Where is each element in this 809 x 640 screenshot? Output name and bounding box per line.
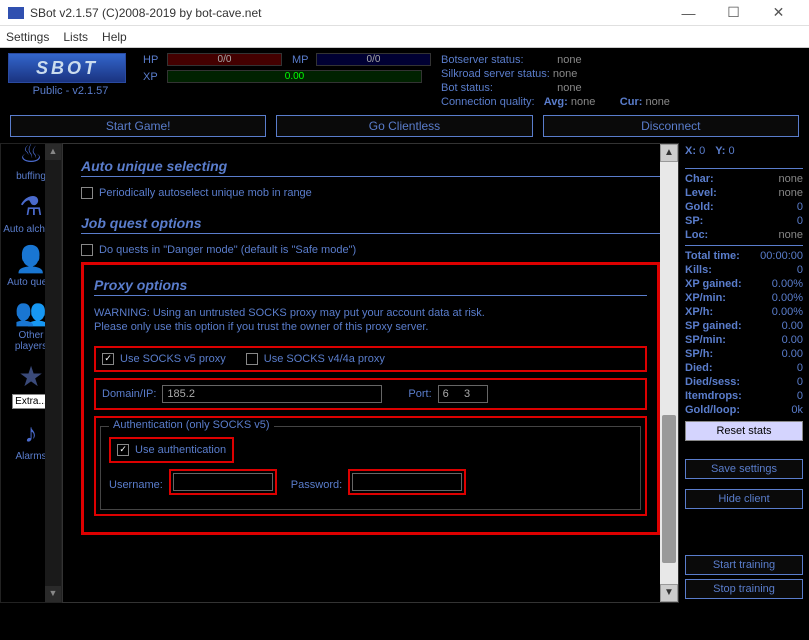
minimize-button[interactable]: — xyxy=(666,0,711,26)
window-title: SBot v2.1.57 (C)2008-2019 by bot-cave.ne… xyxy=(30,6,666,20)
proxy-warning: WARNING: Using an untrusted SOCKS proxy … xyxy=(94,306,647,334)
stop-training-button[interactable]: Stop training xyxy=(685,579,803,599)
password-input[interactable] xyxy=(352,473,462,491)
scroll-down-icon[interactable]: ▼ xyxy=(660,584,678,602)
content-panel: Auto unique selecting Periodically autos… xyxy=(62,143,679,603)
socks-v4-checkbox[interactable]: Use SOCKS v4/4a proxy xyxy=(246,353,385,365)
port-label: Port: xyxy=(408,388,431,400)
hp-bar: 0/0 xyxy=(167,53,282,66)
menu-bar: Settings Lists Help xyxy=(0,26,809,48)
job-section-title: Job quest options xyxy=(81,215,660,231)
password-label: Password: xyxy=(291,479,342,491)
unique-section-title: Auto unique selecting xyxy=(81,158,660,174)
flask-icon: ⚗ xyxy=(15,190,47,222)
checkbox-icon xyxy=(81,187,93,199)
checkbox-icon xyxy=(246,353,258,365)
menu-settings[interactable]: Settings xyxy=(6,30,49,44)
go-clientless-button[interactable]: Go Clientless xyxy=(276,115,532,137)
danger-mode-checkbox[interactable]: Do quests in "Danger mode" (default is "… xyxy=(81,244,660,256)
proxy-section-title: Proxy options xyxy=(94,277,647,293)
logo: SBOT xyxy=(8,53,126,83)
proxy-section: Proxy options WARNING: Using an untruste… xyxy=(81,262,660,535)
checkbox-icon xyxy=(117,444,129,456)
port-input[interactable] xyxy=(438,385,488,403)
unique-autoselect-checkbox[interactable]: Periodically autoselect unique mob in ra… xyxy=(81,187,660,199)
domain-label: Domain/IP: xyxy=(102,388,156,400)
start-training-button[interactable]: Start training xyxy=(685,555,803,575)
maximize-button[interactable]: ☐ xyxy=(711,0,756,26)
mp-label: MP xyxy=(292,54,312,66)
username-label: Username: xyxy=(109,479,163,491)
menu-help[interactable]: Help xyxy=(102,30,127,44)
app-icon xyxy=(8,7,24,19)
disconnect-button[interactable]: Disconnect xyxy=(543,115,799,137)
hp-label: HP xyxy=(143,54,163,66)
sidebar: ♨ buffing ⚗ Auto alche... 👤 Auto quest 👥… xyxy=(0,143,62,603)
close-button[interactable]: ✕ xyxy=(756,0,801,26)
sidebar-scroll-down[interactable]: ▼ xyxy=(45,586,61,602)
sidebar-scroll-up[interactable]: ▲ xyxy=(45,144,61,160)
menu-lists[interactable]: Lists xyxy=(63,30,88,44)
note-icon: ♪ xyxy=(15,417,47,449)
hide-client-button[interactable]: Hide client xyxy=(685,489,803,509)
reset-stats-button[interactable]: Reset stats xyxy=(685,421,803,441)
status-block: Botserver status: none Silkroad server s… xyxy=(441,53,670,109)
version-label: Public - v2.1.57 xyxy=(8,85,133,97)
checkbox-icon xyxy=(81,244,93,256)
domain-input[interactable] xyxy=(162,385,382,403)
username-input[interactable] xyxy=(173,473,273,491)
content-scrollbar[interactable]: ▲ ▼ xyxy=(660,144,678,602)
star-icon: ★ xyxy=(15,360,47,392)
socks-v5-checkbox[interactable]: Use SOCKS v5 proxy xyxy=(102,353,226,365)
people-icon: 👥 xyxy=(15,296,47,328)
stats-panel: X: 0 Y: 0 Char:none Level:none Gold:0 SP… xyxy=(679,143,809,603)
save-settings-button[interactable]: Save settings xyxy=(685,459,803,479)
mp-bar: 0/0 xyxy=(316,53,431,66)
xp-bar: 0.00 xyxy=(167,70,422,83)
use-auth-checkbox[interactable]: Use authentication xyxy=(109,437,234,463)
scroll-thumb[interactable] xyxy=(662,415,676,563)
flame-icon: ♨ xyxy=(15,143,47,169)
scroll-up-icon[interactable]: ▲ xyxy=(660,144,678,162)
start-game-button[interactable]: Start Game! xyxy=(10,115,266,137)
title-bar: SBot v2.1.57 (C)2008-2019 by bot-cave.ne… xyxy=(0,0,809,26)
person-icon: 👤 xyxy=(15,243,47,275)
xp-label: XP xyxy=(143,71,163,83)
checkbox-icon xyxy=(102,353,114,365)
auth-fieldset: Authentication (only SOCKS v5) Use authe… xyxy=(100,426,641,510)
domain-port-row: Domain/IP: Port: xyxy=(94,378,647,410)
